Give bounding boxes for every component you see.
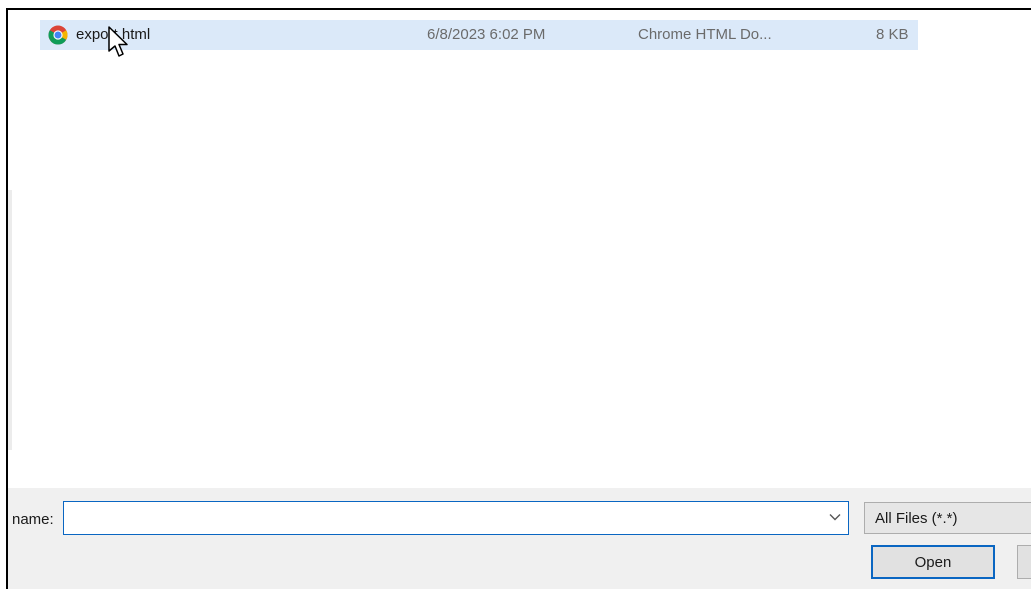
chrome-icon xyxy=(48,25,68,45)
dialog-footer: name: All Files (*.*) Open xyxy=(8,488,1031,589)
file-name-input[interactable] xyxy=(63,501,849,535)
file-row-export-html[interactable]: export.html 6/8/2023 6:02 PM Chrome HTML… xyxy=(40,20,918,50)
file-list[interactable]: export.html 6/8/2023 6:02 PM Chrome HTML… xyxy=(8,10,1031,488)
file-size: 8 KB xyxy=(876,26,909,43)
file-name-label: name: xyxy=(12,511,54,528)
file-type-select-value: All Files (*.*) xyxy=(875,510,958,527)
navigation-pane-edge xyxy=(8,190,12,450)
open-button[interactable]: Open xyxy=(871,545,995,579)
file-date-modified: 6/8/2023 6:02 PM xyxy=(427,26,546,43)
mouse-pointer-icon xyxy=(108,26,128,57)
chevron-down-icon[interactable] xyxy=(828,510,842,524)
file-type-select[interactable]: All Files (*.*) xyxy=(864,502,1031,534)
cancel-button[interactable] xyxy=(1017,545,1031,579)
file-type: Chrome HTML Do... xyxy=(638,26,772,43)
